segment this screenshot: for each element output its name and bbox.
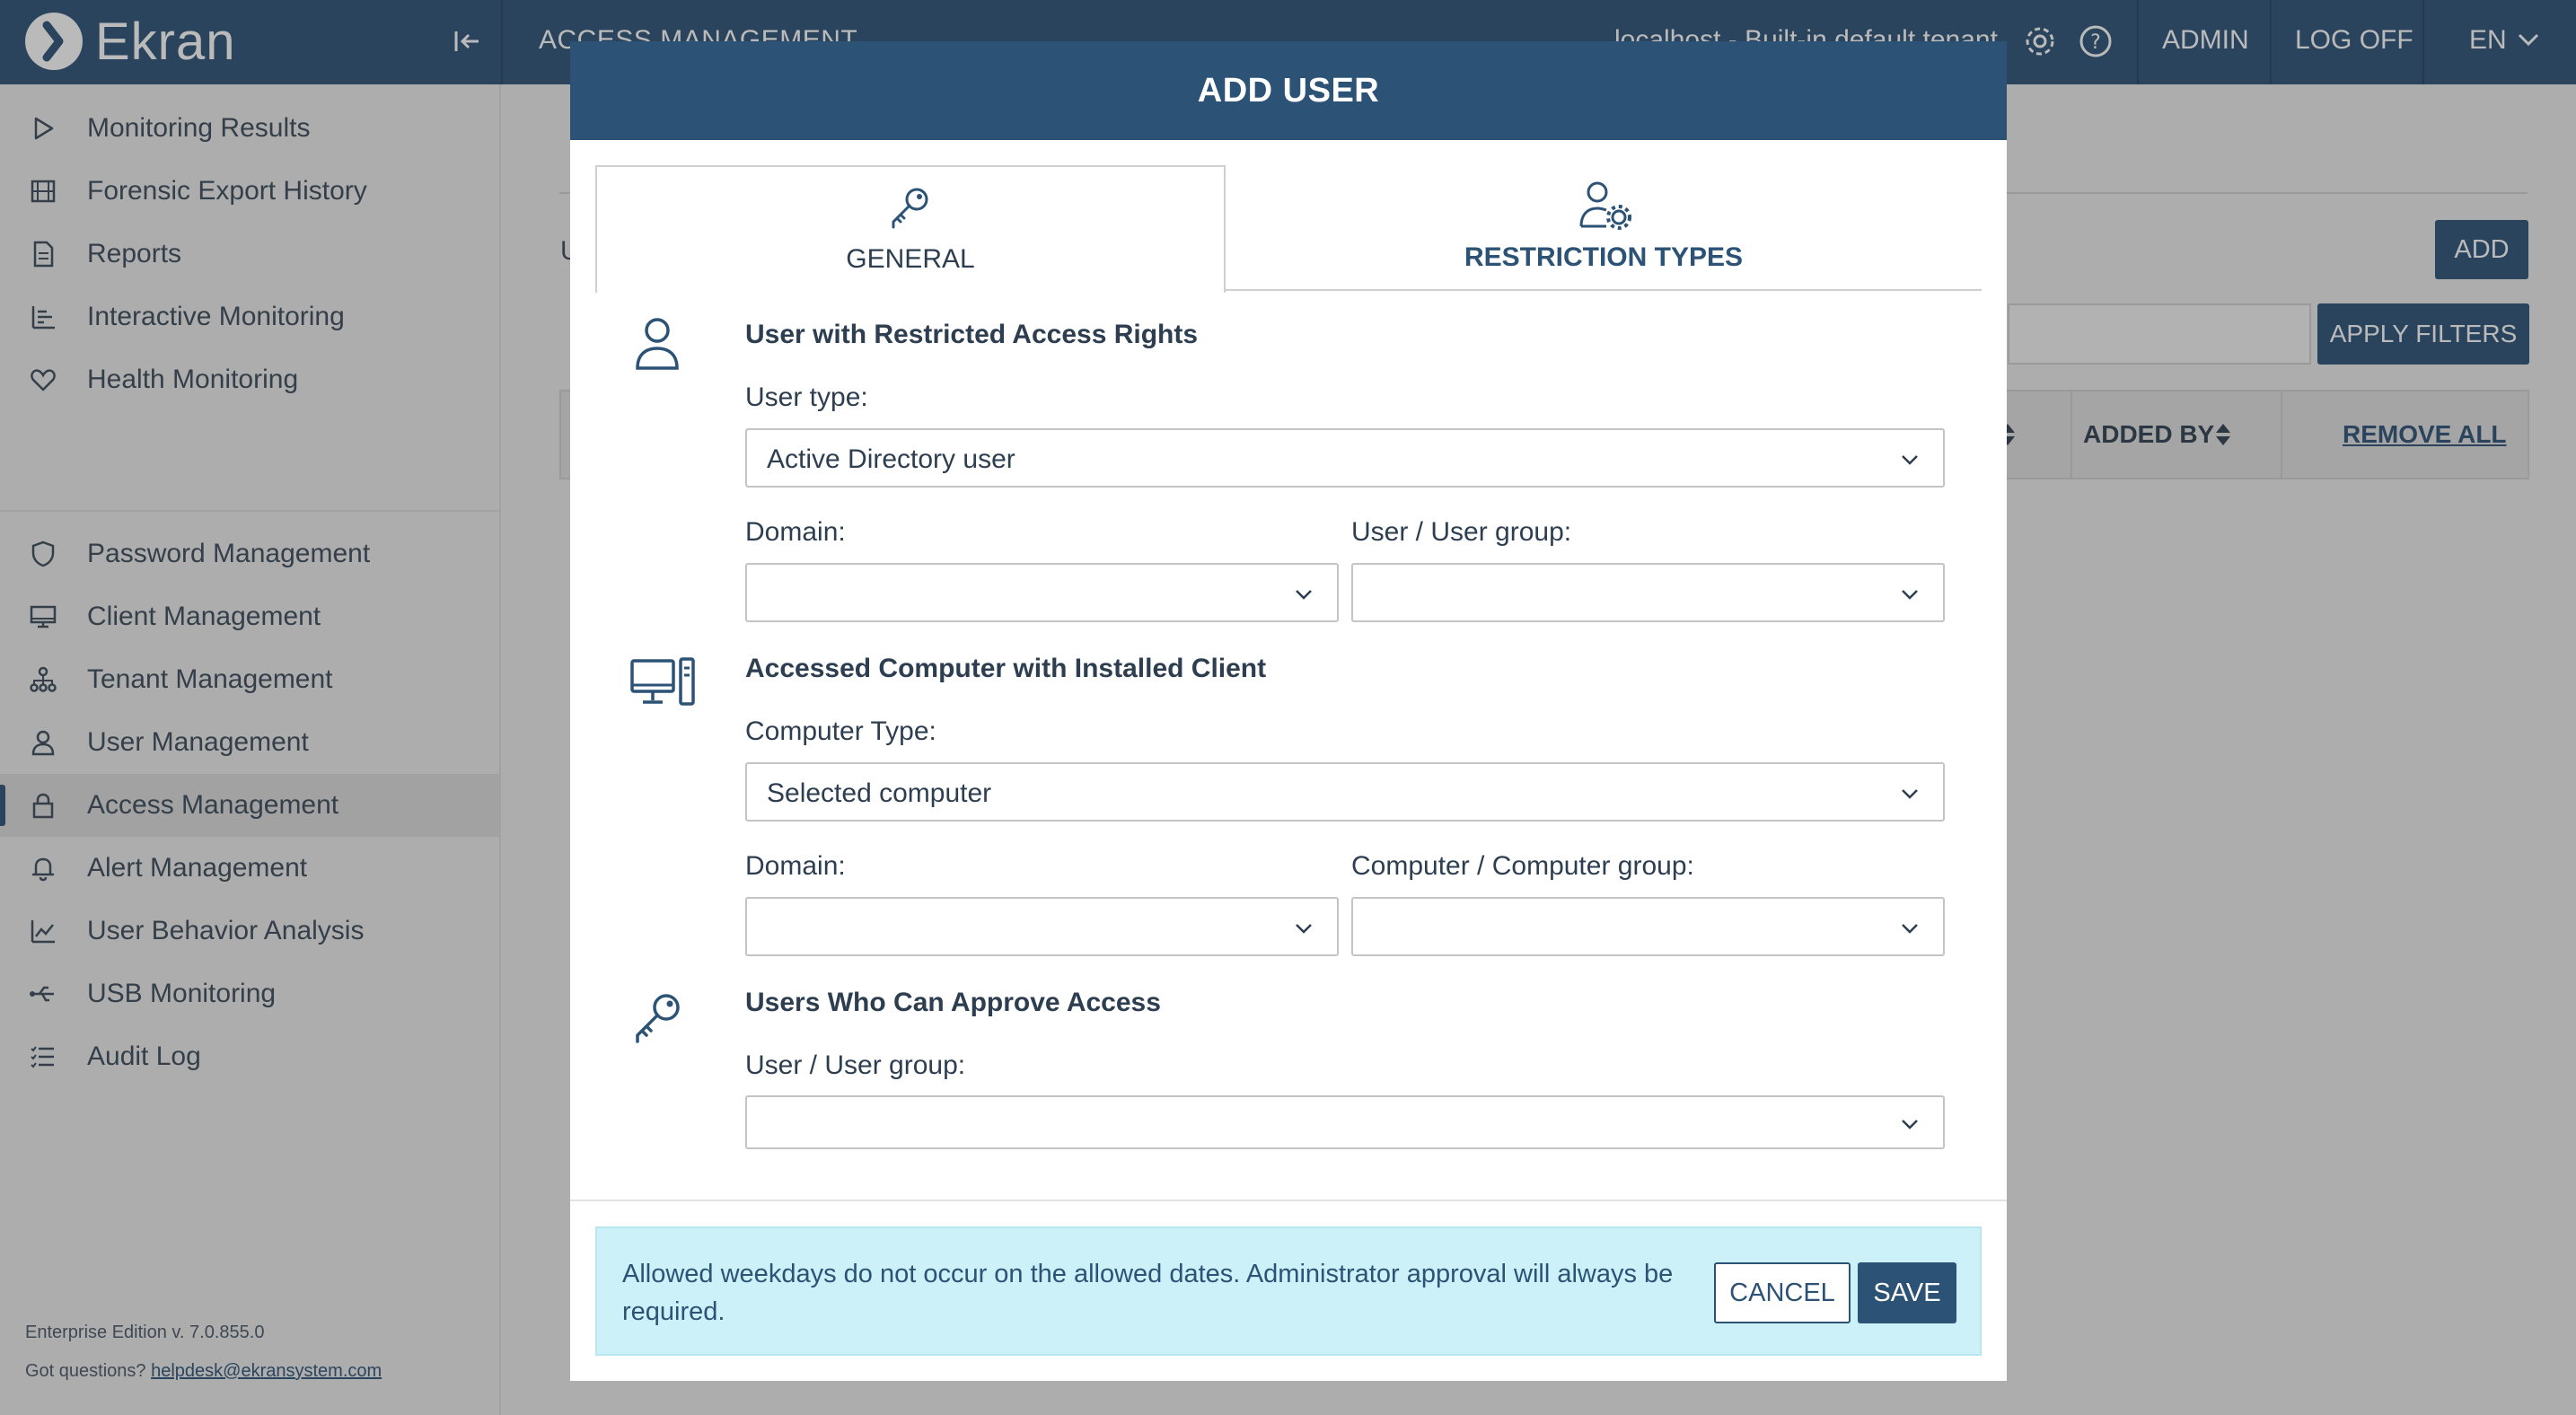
chevron-down-icon (1900, 1114, 1920, 1134)
user-group-label: User / User group: (1351, 517, 1572, 547)
cancel-button[interactable]: CANCEL (1714, 1262, 1851, 1323)
computer-group-select[interactable] (1351, 897, 1945, 956)
computer-type-label: Computer Type: (745, 716, 936, 746)
chevron-down-icon (1900, 784, 1920, 804)
info-alert: Allowed weekdays do not occur on the all… (595, 1226, 1982, 1356)
alert-message: Allowed weekdays do not occur on the all… (622, 1260, 1674, 1326)
tab-label: GENERAL (846, 244, 975, 274)
chevron-down-icon (1294, 918, 1314, 938)
computer-type-value: Selected computer (767, 778, 992, 808)
chevron-down-icon (1900, 450, 1920, 470)
domain-label: Domain: (745, 517, 846, 547)
computer-type-select[interactable]: Selected computer (745, 762, 1945, 822)
chevron-down-icon (1294, 584, 1314, 604)
key-icon (630, 988, 690, 1047)
add-user-dialog: ADD USER GENERAL RESTRICTION TYPES User … (570, 41, 2007, 1381)
section-title-restricted-user: User with Restricted Access Rights (745, 320, 1199, 349)
computer-icon (630, 655, 697, 715)
user-icon (630, 314, 690, 374)
dialog-title: ADD USER (1197, 71, 1380, 110)
user-settings-icon (1576, 178, 1631, 232)
chevron-down-icon (1900, 918, 1920, 938)
user-type-value: Active Directory user (767, 444, 1015, 474)
user-type-select[interactable]: Active Directory user (745, 428, 1945, 488)
tab-general[interactable]: GENERAL (595, 165, 1226, 293)
computer-domain-select[interactable] (745, 897, 1339, 956)
save-button[interactable]: SAVE (1858, 1262, 1956, 1323)
footer-divider (570, 1200, 2007, 1201)
section-title-approvers: Users Who Can Approve Access (745, 988, 1161, 1017)
key-icon (884, 180, 938, 233)
user-domain-select[interactable] (745, 563, 1339, 622)
approver-user-group-label: User / User group: (745, 1050, 966, 1080)
approver-user-group-select[interactable] (745, 1095, 1945, 1149)
tab-label: RESTRICTION TYPES (1464, 242, 1744, 272)
tab-restriction-types[interactable]: RESTRICTION TYPES (1226, 165, 1982, 291)
user-type-label: User type: (745, 382, 868, 412)
section-title-accessed-computer: Accessed Computer with Installed Client (745, 654, 1267, 683)
computer-domain-label: Domain: (745, 851, 846, 881)
tab-bar: GENERAL RESTRICTION TYPES (595, 165, 1982, 293)
computer-group-label: Computer / Computer group: (1351, 851, 1694, 881)
dialog-header: ADD USER (570, 41, 2007, 140)
chevron-down-icon (1900, 584, 1920, 604)
user-group-select[interactable] (1351, 563, 1945, 622)
